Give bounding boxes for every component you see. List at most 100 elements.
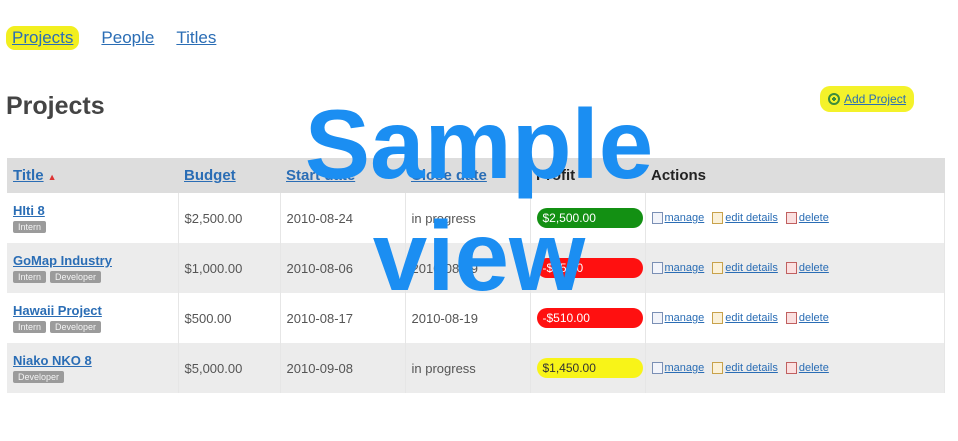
delete-icon	[785, 262, 797, 274]
edit-icon	[712, 362, 724, 374]
edit-label: edit details	[725, 312, 778, 324]
cell-actions: manage edit details delete	[645, 293, 945, 343]
manage-icon	[651, 312, 663, 324]
tag-list: Intern	[13, 221, 178, 233]
tag-list: Intern Developer	[13, 271, 178, 283]
cell-profit: -$75.00	[530, 243, 646, 293]
cell-close-date: 2010-08-19	[405, 293, 531, 343]
edit-label: edit details	[725, 262, 778, 274]
title-tag: Developer	[13, 371, 65, 383]
manage-label: manage	[664, 262, 705, 274]
table-header-row: Title ▲ Budget Start date Close date Prof…	[7, 158, 945, 193]
col-actions: Actions	[645, 158, 945, 193]
title-tag: Intern	[13, 321, 47, 333]
cell-start-date: 2010-08-06	[280, 243, 406, 293]
project-link[interactable]: Niako NKO 8	[13, 353, 178, 368]
cell-profit: -$510.00	[530, 293, 646, 343]
title-tag: Intern	[13, 221, 47, 233]
delete-link[interactable]: delete	[785, 212, 829, 224]
cell-actions: manage edit details delete	[645, 243, 945, 293]
plus-circle-icon	[828, 93, 840, 105]
col-budget[interactable]: Budget	[178, 158, 280, 193]
col-title-link[interactable]: Title	[13, 167, 44, 184]
action-links: manage edit details delete	[651, 312, 945, 324]
manage-icon	[651, 362, 663, 374]
project-link[interactable]: GoMap Industry	[13, 253, 178, 268]
cell-budget: $5,000.00	[178, 343, 281, 393]
edit-icon	[712, 312, 724, 324]
table-row: Niako NKO 8 Developer $5,000.00 2010-09-…	[7, 343, 945, 393]
col-close-link[interactable]: Close date	[411, 167, 487, 184]
cell-title: HIti 8 Intern	[7, 193, 179, 243]
delete-label: delete	[798, 362, 829, 374]
cell-close-date: in progress	[405, 193, 531, 243]
cell-budget: $2,500.00	[178, 193, 281, 243]
edit-label: edit details	[725, 362, 778, 374]
col-start-link[interactable]: Start date	[286, 167, 355, 184]
manage-label: manage	[664, 362, 705, 374]
delete-link[interactable]: delete	[785, 262, 829, 274]
cell-budget: $500.00	[178, 293, 281, 343]
action-links: manage edit details delete	[651, 212, 945, 224]
action-links: manage edit details delete	[651, 362, 945, 374]
cell-actions: manage edit details delete	[645, 193, 945, 243]
manage-link[interactable]: manage	[651, 312, 705, 324]
cell-close-date: in progress	[405, 343, 531, 393]
manage-link[interactable]: manage	[651, 262, 705, 274]
profit-badge: $1,450.00	[536, 358, 643, 378]
edit-details-link[interactable]: edit details	[712, 312, 778, 324]
col-title[interactable]: Title ▲	[7, 158, 178, 193]
profit-badge: -$510.00	[536, 308, 643, 328]
cell-profit: $1,450.00	[530, 343, 646, 393]
projects-table: Title ▲ Budget Start date Close date Prof…	[7, 158, 945, 393]
manage-label: manage	[664, 212, 705, 224]
tag-list: Developer	[13, 371, 178, 383]
manage-icon	[651, 212, 663, 224]
page-title: Projects	[6, 92, 105, 120]
nav-projects[interactable]: Projects	[6, 26, 80, 50]
cell-close-date: 2010-08-09	[405, 243, 531, 293]
cell-start-date: 2010-08-17	[280, 293, 406, 343]
edit-details-link[interactable]: edit details	[712, 212, 778, 224]
col-close[interactable]: Close date	[405, 158, 530, 193]
cell-actions: manage edit details delete	[645, 343, 945, 393]
cell-start-date: 2010-08-24	[280, 193, 406, 243]
cell-budget: $1,000.00	[178, 243, 281, 293]
delete-label: delete	[798, 312, 829, 324]
edit-icon	[712, 212, 724, 224]
edit-details-link[interactable]: edit details	[712, 262, 778, 274]
table-row: Hawaii Project Intern Developer $500.00 2…	[7, 293, 945, 343]
nav-people[interactable]: People	[101, 28, 154, 48]
delete-icon	[785, 312, 797, 324]
delete-label: delete	[798, 262, 829, 274]
delete-icon	[785, 212, 797, 224]
tag-list: Intern Developer	[13, 321, 178, 333]
add-project-label: Add Project	[844, 92, 907, 106]
edit-details-link[interactable]: edit details	[712, 362, 778, 374]
col-budget-link[interactable]: Budget	[184, 167, 236, 184]
project-link[interactable]: Hawaii Project	[13, 303, 178, 318]
action-links: manage edit details delete	[651, 262, 945, 274]
table-row: GoMap Industry Intern Developer $1,000.00…	[7, 243, 945, 293]
col-profit: Profit	[530, 158, 645, 193]
cell-title: Niako NKO 8 Developer	[7, 343, 179, 393]
delete-link[interactable]: delete	[785, 362, 829, 374]
profit-badge: -$75.00	[536, 258, 643, 278]
title-tag: Intern	[13, 271, 47, 283]
edit-icon	[712, 262, 724, 274]
table-row: HIti 8 Intern $2,500.00 2010-08-24 in pr…	[7, 193, 945, 243]
project-link[interactable]: HIti 8	[13, 203, 178, 218]
delete-icon	[785, 362, 797, 374]
manage-label: manage	[664, 312, 705, 324]
add-project-button[interactable]: Add Project	[820, 86, 915, 112]
manage-link[interactable]: manage	[651, 212, 705, 224]
delete-link[interactable]: delete	[785, 312, 829, 324]
nav-titles[interactable]: Titles	[176, 28, 216, 48]
top-nav: Projects People Titles	[6, 26, 216, 50]
title-tag: Developer	[50, 321, 102, 333]
cell-title: Hawaii Project Intern Developer	[7, 293, 179, 343]
col-start[interactable]: Start date	[280, 158, 405, 193]
manage-link[interactable]: manage	[651, 362, 705, 374]
cell-start-date: 2010-09-08	[280, 343, 406, 393]
profit-badge: $2,500.00	[536, 208, 643, 228]
